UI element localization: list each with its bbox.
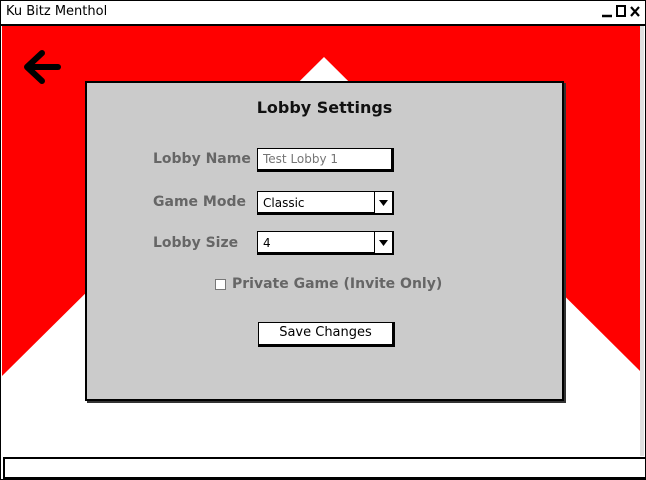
game-mode-label: Game Mode: [153, 194, 246, 210]
window-controls: [601, 3, 641, 19]
lobby-size-select[interactable]: 4: [257, 231, 394, 255]
close-icon[interactable]: [629, 3, 641, 19]
lobby-size-label: Lobby Size: [153, 235, 239, 251]
dialog-title: Lobby Settings: [256, 98, 393, 117]
chevron-down-icon[interactable]: [374, 232, 392, 253]
scrollbar[interactable]: [640, 26, 644, 456]
game-mode-value: Classic: [263, 196, 305, 210]
status-bar: [3, 457, 645, 479]
app-window: Ku Bitz Menthol Lobby Settings Lobby Nam: [0, 0, 646, 480]
game-mode-select[interactable]: Classic: [257, 191, 394, 215]
title-bar: Ku Bitz Menthol: [1, 1, 645, 26]
maximize-icon[interactable]: [615, 3, 627, 19]
private-game-checkbox[interactable]: [215, 278, 226, 290]
chevron-down-icon[interactable]: [374, 192, 392, 213]
back-button[interactable]: [20, 45, 64, 89]
minimize-icon[interactable]: [601, 3, 613, 19]
window-title: Ku Bitz Menthol: [6, 4, 108, 19]
lobby-name-label: Lobby Name: [153, 151, 251, 167]
lobby-size-value: 4: [263, 236, 271, 250]
private-game-option[interactable]: Private Game (Invite Only): [215, 276, 442, 292]
private-game-label: Private Game (Invite Only): [232, 276, 443, 292]
save-changes-button[interactable]: Save Changes: [258, 322, 395, 347]
lobby-name-input[interactable]: [257, 148, 394, 172]
lobby-settings-dialog: Lobby Settings Lobby Name Game Mode Clas…: [85, 81, 564, 401]
arrow-left-icon: [24, 50, 61, 84]
